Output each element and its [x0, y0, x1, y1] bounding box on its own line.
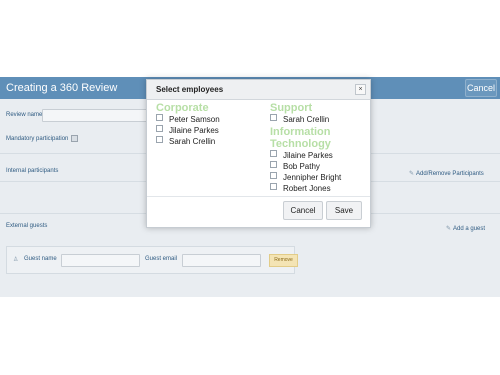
- employee-item[interactable]: Sarah Crellin: [270, 114, 329, 125]
- dialog-footer-divider: [147, 196, 370, 197]
- employee-item[interactable]: Jennipher Bright: [270, 172, 365, 183]
- cancel-button[interactable]: Cancel: [283, 201, 323, 220]
- employee-item[interactable]: Bob Pathy: [270, 161, 365, 172]
- employee-item[interactable]: Sarah Crellin: [156, 136, 220, 147]
- employee-checkbox[interactable]: [156, 114, 163, 121]
- user-icon: ♙: [13, 257, 19, 263]
- header-cancel-button[interactable]: Cancel: [465, 79, 497, 97]
- mandatory-participation-checkbox[interactable]: [71, 135, 79, 142]
- dialog-header: Select employees ×: [147, 80, 370, 100]
- employee-checkbox[interactable]: [156, 136, 163, 143]
- employee-item[interactable]: Jilaine Parkes: [156, 125, 220, 136]
- dialog-title: Select employees: [156, 85, 224, 94]
- employee-item[interactable]: Robert Jones: [270, 183, 365, 194]
- group-name: Information Technology: [270, 126, 331, 150]
- employee-checkbox[interactable]: [270, 150, 277, 157]
- remove-guest-button[interactable]: Remove: [269, 254, 298, 267]
- add-guest-link[interactable]: ✎ Add a guest: [446, 225, 485, 232]
- page-background: Creating a 360 Review Cancel Review name…: [0, 0, 500, 375]
- employee-item[interactable]: Jilaine Parkes: [270, 150, 365, 161]
- review-name-input[interactable]: [42, 109, 148, 122]
- guest-name-input[interactable]: [61, 254, 140, 267]
- employee-checkbox[interactable]: [270, 161, 277, 168]
- pencil-icon: ✎: [409, 171, 415, 177]
- employee-checkbox[interactable]: [270, 114, 277, 121]
- select-employees-dialog: Select employees × Corporate Peter Samso…: [146, 79, 371, 228]
- guest-email-label: Guest email: [145, 256, 178, 262]
- group-name: Support: [270, 102, 313, 114]
- employee-group-information-technology: Information Technology Jilaine Parkes Bo…: [270, 126, 365, 194]
- guest-name-label: Guest name: [24, 256, 57, 262]
- internal-participants-heading: Internal participants: [6, 168, 59, 174]
- add-remove-participants-link[interactable]: ✎ Add/Remove Participants: [409, 170, 484, 177]
- guest-email-input[interactable]: [182, 254, 261, 267]
- mandatory-participation-label: Mandatory participation: [6, 135, 79, 142]
- employee-item[interactable]: Peter Samson: [156, 114, 220, 125]
- page-title: Creating a 360 Review: [6, 82, 118, 94]
- guest-row: ♙ Guest name Guest email Remove: [6, 246, 298, 274]
- close-icon[interactable]: ×: [355, 84, 366, 95]
- external-guests-heading: External guests: [6, 223, 48, 229]
- group-name: Corporate: [156, 102, 209, 114]
- pencil-icon: ✎: [446, 226, 452, 232]
- employee-checkbox[interactable]: [270, 172, 277, 179]
- save-button[interactable]: Save: [326, 201, 362, 220]
- employee-checkbox[interactable]: [156, 125, 163, 132]
- review-name-label: Review name: [6, 112, 43, 118]
- employee-checkbox[interactable]: [270, 183, 277, 190]
- employee-group-corporate: Corporate Peter Samson Jilaine Parkes Sa…: [156, 102, 220, 147]
- employee-group-support: Support Sarah Crellin: [270, 102, 329, 125]
